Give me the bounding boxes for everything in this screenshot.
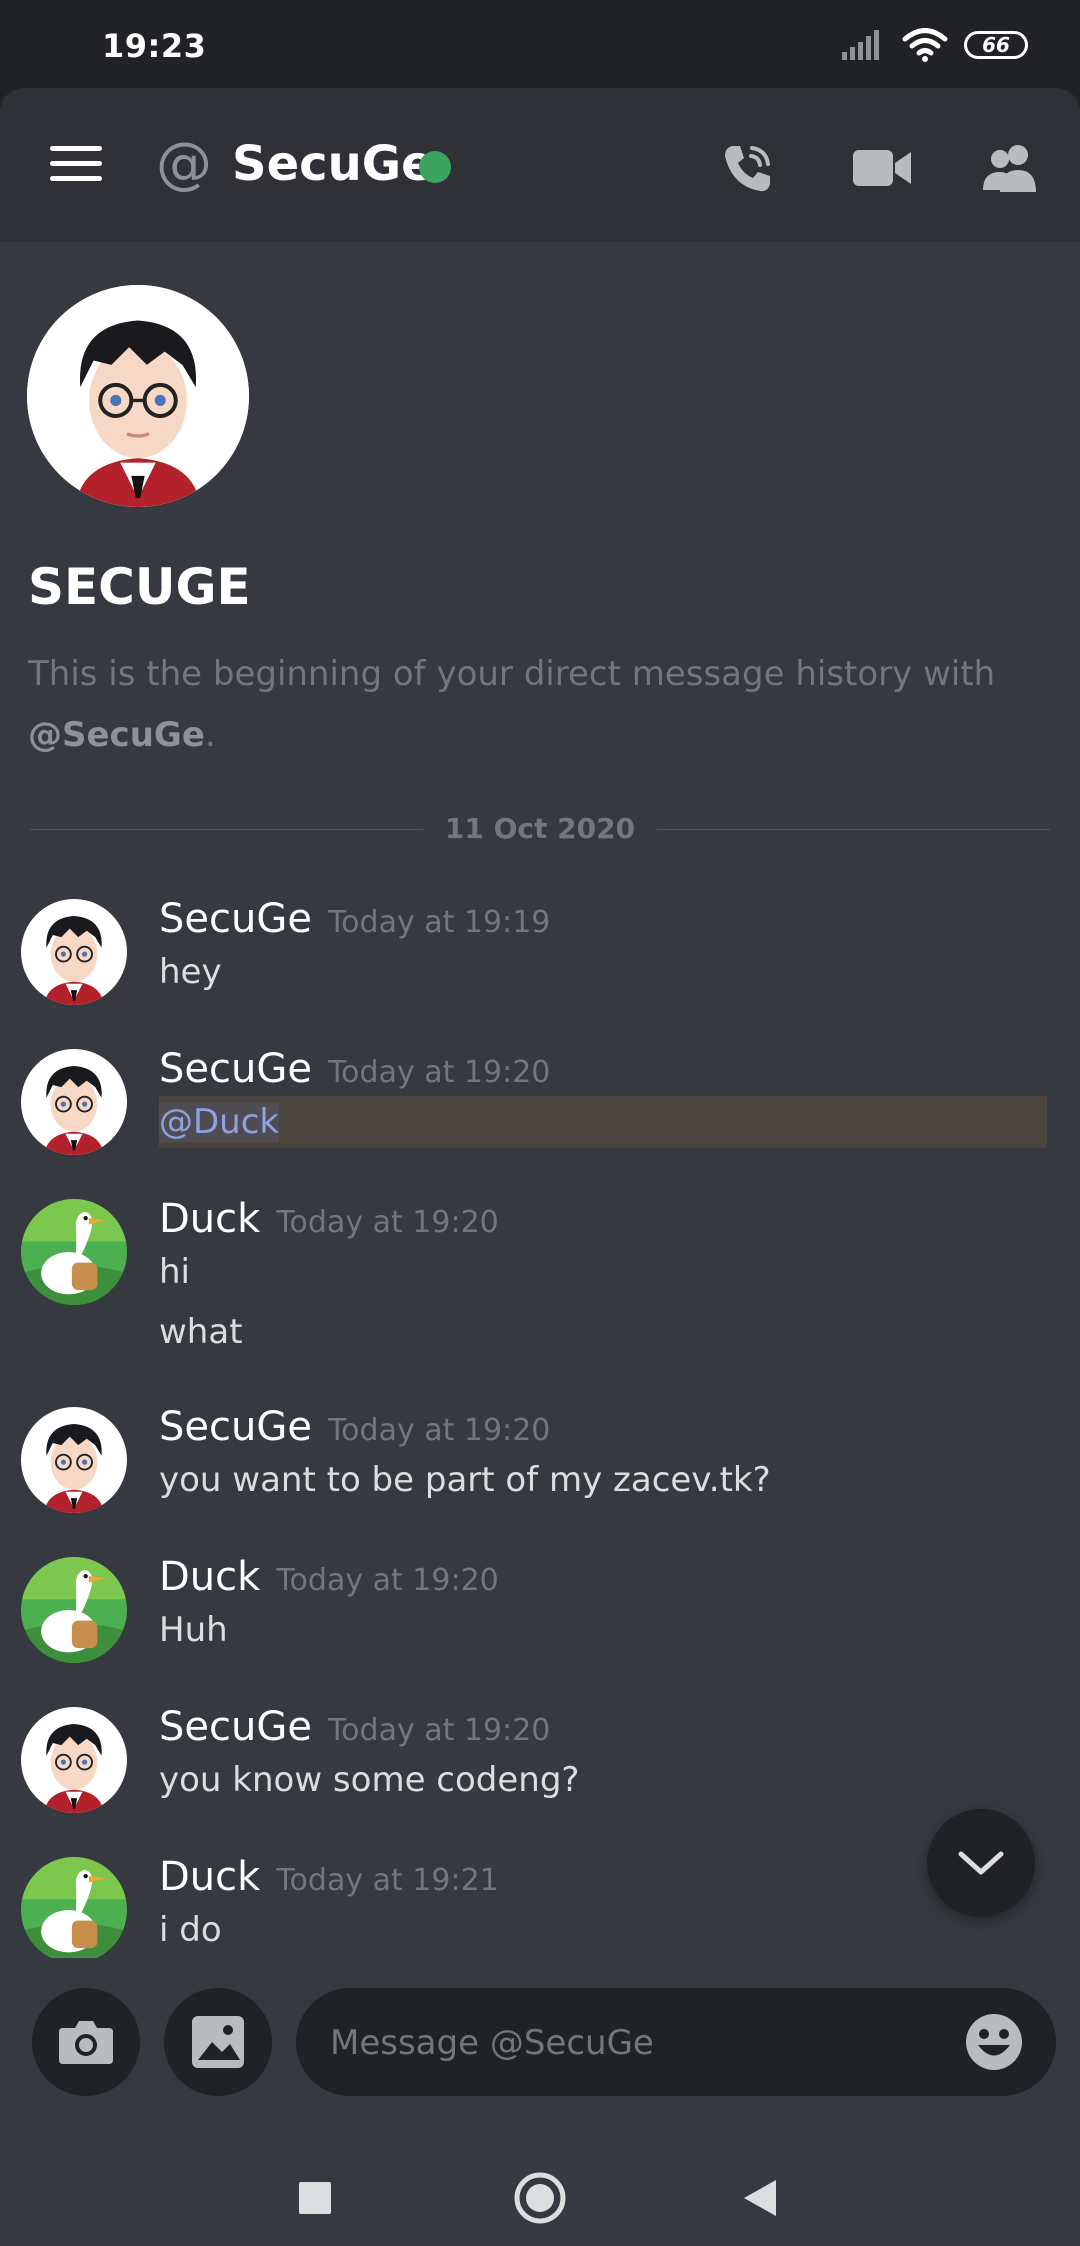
system-nav-bar (0, 2128, 1080, 2246)
avatar[interactable] (21, 1857, 127, 1963)
dm-intro-mention[interactable]: @SecuGe (28, 715, 205, 755)
dm-screen: @ SecuGe SECUGE This is the beginning of… (0, 88, 1080, 2246)
message-header: SecuGe Today at 19:20 (159, 1402, 550, 1456)
phone-call-icon[interactable] (712, 132, 784, 204)
avatar[interactable] (21, 1557, 127, 1663)
back-icon[interactable] (730, 2168, 790, 2228)
avatar[interactable] (21, 1707, 127, 1813)
message-author[interactable]: SecuGe (159, 1704, 312, 1750)
image-icon[interactable] (164, 1988, 272, 2096)
dm-intro-suffix: . (204, 715, 216, 755)
members-icon[interactable] (976, 132, 1048, 204)
avatar[interactable] (27, 285, 249, 507)
video-camera-icon[interactable] (846, 132, 918, 204)
avatar[interactable] (21, 1407, 127, 1513)
status-icons: 66 (842, 28, 1028, 62)
message-header: Duck Today at 19:20 (159, 1194, 499, 1248)
message-text: hi (159, 1252, 190, 1292)
dm-intro-prefix: This is the beginning of your direct mes… (28, 654, 996, 694)
message-author[interactable]: SecuGe (159, 896, 312, 942)
message-composer (0, 1958, 1080, 2128)
message-item[interactable]: SecuGe Today at 19:20 you want to be part… (0, 1402, 1080, 1513)
chevron-down-icon[interactable] (927, 1809, 1035, 1917)
message-text: what (159, 1312, 243, 1352)
channel-header: @ SecuGe (0, 88, 1080, 242)
message-text: you know some codeng? (159, 1760, 580, 1800)
message-text: i do (159, 1910, 222, 1950)
home-icon[interactable] (510, 2168, 570, 2228)
channel-title: SecuGe (232, 136, 434, 192)
message-timestamp: Today at 19:20 (276, 1563, 499, 1598)
message-author[interactable]: SecuGe (159, 1046, 312, 1092)
message-timestamp: Today at 19:20 (327, 1055, 551, 1090)
camera-icon[interactable] (32, 1988, 140, 2096)
message-item[interactable]: SecuGe Today at 19:20 @Duck (0, 1044, 1080, 1155)
dm-intro-text: This is the beginning of your direct mes… (28, 644, 1038, 766)
message-timestamp: Today at 19:20 (327, 1413, 551, 1448)
battery-indicator: 66 (964, 31, 1028, 59)
recents-icon[interactable] (285, 2168, 345, 2228)
message-text: @Duck (159, 1100, 280, 1144)
message-timestamp: Today at 19:20 (327, 1713, 551, 1748)
message-timestamp: Today at 19:21 (276, 1863, 499, 1898)
message-author[interactable]: SecuGe (159, 1404, 312, 1450)
message-header: SecuGe Today at 19:19 (159, 894, 550, 948)
mention-highlight (159, 1096, 1047, 1148)
message-author[interactable]: Duck (159, 1554, 260, 1600)
status-time: 19:23 (102, 27, 207, 65)
message-text: hey (159, 952, 222, 992)
profile-name: SECUGE (28, 558, 251, 616)
status-bar: 19:23 66 (0, 0, 1080, 90)
message-author[interactable]: Duck (159, 1854, 260, 1900)
emoji-icon[interactable] (964, 2012, 1024, 2072)
message-header: SecuGe Today at 19:20 (159, 1702, 550, 1756)
date-divider: 11 Oct 2020 (30, 809, 1050, 849)
message-text: you want to be part of my zacev.tk? (159, 1460, 771, 1500)
message-input-wrapper (296, 1988, 1056, 2098)
message-header: Duck Today at 19:20 (159, 1552, 499, 1606)
message-item[interactable]: SecuGe Today at 19:19 hey (0, 894, 1080, 1005)
avatar[interactable] (21, 1199, 127, 1305)
message-item[interactable]: Duck Today at 19:20 hi what (0, 1194, 1080, 1364)
message-item[interactable]: Duck Today at 19:20 Huh (0, 1552, 1080, 1663)
message-input[interactable] (328, 1988, 932, 2098)
user-mention[interactable]: @Duck (159, 1102, 280, 1142)
message-header: Duck Today at 19:21 (159, 1852, 499, 1906)
avatar[interactable] (21, 1049, 127, 1155)
message-timestamp: Today at 19:20 (276, 1205, 499, 1240)
at-icon: @ (156, 131, 212, 196)
message-author[interactable]: Duck (159, 1196, 260, 1242)
hamburger-icon[interactable] (50, 146, 102, 182)
online-status-dot (419, 151, 451, 183)
message-item[interactable]: SecuGe Today at 19:20 you know some coden… (0, 1702, 1080, 1813)
date-divider-label: 11 Oct 2020 (422, 812, 658, 845)
signal-icon (842, 30, 879, 60)
wifi-icon (902, 28, 948, 62)
message-text: Huh (159, 1610, 228, 1650)
message-item[interactable]: Duck Today at 19:21 i do (0, 1852, 1080, 1963)
avatar[interactable] (21, 899, 127, 1005)
message-timestamp: Today at 19:19 (327, 905, 551, 940)
message-header: SecuGe Today at 19:20 (159, 1044, 550, 1098)
